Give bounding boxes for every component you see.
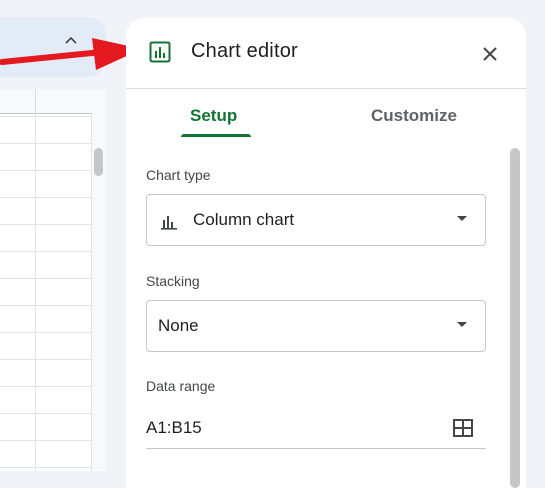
- data-range-label: Data range: [146, 378, 216, 394]
- close-icon[interactable]: [480, 44, 500, 64]
- chart-editor-panel: Chart editor Setup Customize Chart type …: [126, 18, 526, 488]
- editor-title: Chart editor: [191, 40, 298, 62]
- stacking-label: Stacking: [146, 273, 200, 289]
- stacking-dropdown[interactable]: None: [146, 300, 486, 352]
- column-header-row: [0, 89, 106, 114]
- tab-customize[interactable]: Customize: [371, 106, 457, 126]
- chart-icon: [149, 41, 171, 63]
- chart-type-value: Column chart: [193, 210, 295, 229]
- data-range-value[interactable]: A1:B15: [146, 418, 202, 438]
- dropdown-caret-icon: [457, 322, 467, 327]
- tab-setup[interactable]: Setup: [190, 106, 237, 126]
- editor-header: Chart editor: [126, 18, 526, 89]
- column-chart-icon: [161, 216, 177, 230]
- active-tab-indicator: [181, 134, 251, 137]
- spreadsheet-grid[interactable]: [0, 89, 106, 471]
- sheet-scrollbar-thumb[interactable]: [94, 148, 103, 176]
- stacking-value: None: [158, 316, 199, 335]
- panel-scrollbar[interactable]: [510, 148, 520, 488]
- select-range-grid-icon[interactable]: [452, 417, 474, 439]
- chart-type-label: Chart type: [146, 167, 211, 183]
- dropdown-caret-icon: [457, 216, 467, 221]
- chart-type-dropdown[interactable]: Column chart: [146, 194, 486, 246]
- data-range-field[interactable]: A1:B15: [146, 412, 486, 449]
